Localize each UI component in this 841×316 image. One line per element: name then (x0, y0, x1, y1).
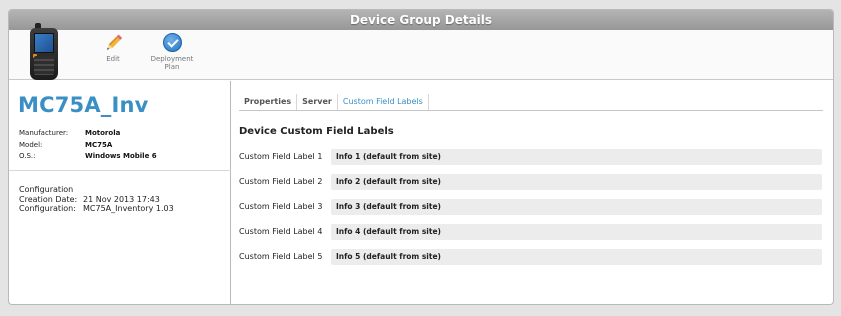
check-circle-icon (162, 33, 182, 52)
edit-button-label: Edit (106, 55, 120, 63)
custom-field-value[interactable]: Info 3 (default from site) (331, 199, 822, 215)
property-value: Windows Mobile 6 (85, 152, 157, 160)
config-row: Configuration: MC75A_Inventory 1.03 (19, 204, 174, 214)
custom-field-value[interactable]: Info 1 (default from site) (331, 149, 822, 165)
property-value: Motorola (85, 129, 121, 137)
config-row: Creation Date: 21 Nov 2013 17:43 (19, 195, 174, 205)
tab-custom-field-labels[interactable]: Custom Field Labels (338, 94, 429, 110)
deployment-plan-button[interactable]: Deployment Plan (147, 32, 197, 71)
property-row: Model: MC75A (19, 140, 157, 152)
custom-field-row-1: Custom Field Label 1 Info 1 (default fro… (239, 149, 823, 165)
config-value: MC75A_Inventory 1.03 (83, 204, 174, 213)
property-key: O.S.: (19, 152, 36, 160)
property-value: MC75A (85, 140, 113, 149)
custom-field-value[interactable]: Info 2 (default from site) (331, 174, 822, 190)
config-key: Configuration: (19, 204, 76, 213)
edit-button[interactable]: Edit (101, 32, 125, 63)
custom-field-label: Custom Field Label 3 (239, 202, 323, 211)
toolbar: Edit Deployment Plan (9, 23, 833, 80)
custom-field-label: Custom Field Label 1 (239, 152, 323, 161)
tab-bar: Properties Server Custom Field Labels (239, 94, 823, 111)
config-key: Creation Date: (19, 194, 78, 204)
custom-field-label: Custom Field Label 2 (239, 177, 323, 186)
custom-field-row-3: Custom Field Label 3 Info 3 (default fro… (239, 199, 823, 215)
details-pane: Properties Server Custom Field Labels De… (239, 81, 833, 304)
config-value: 21 Nov 2013 17:43 (83, 194, 160, 204)
pencil-icon (106, 34, 123, 50)
property-row: Manufacturer: Motorola (19, 128, 157, 140)
device-group-details-panel: Device Group Details Edit Deployment Pla… (8, 9, 834, 305)
divider (9, 170, 231, 171)
section-title: Device Custom Field Labels (239, 126, 394, 137)
device-info-pane: MC75A_Inv Manufacturer: Motorola Model: … (9, 81, 231, 304)
property-row: O.S.: Windows Mobile 6 (19, 151, 157, 163)
custom-field-row-4: Custom Field Label 4 Info 4 (default fro… (239, 224, 823, 240)
custom-field-value[interactable]: Info 5 (default from site) (331, 249, 822, 265)
tab-server[interactable]: Server (297, 94, 338, 110)
deployment-plan-label-line1: Deployment (150, 55, 194, 63)
custom-field-value[interactable]: Info 4 (default from site) (331, 224, 822, 240)
deployment-plan-label-line2: Plan (164, 63, 180, 71)
custom-field-row-5: Custom Field Label 5 Info 5 (default fro… (239, 249, 823, 265)
configuration-info: Configuration Creation Date: 21 Nov 2013… (19, 185, 174, 214)
configuration-heading: Configuration (19, 185, 74, 194)
device-name: MC75A_Inv (18, 93, 149, 117)
property-key: Manufacturer: (19, 129, 69, 137)
custom-field-row-2: Custom Field Label 2 Info 2 (default fro… (239, 174, 823, 190)
window-title: Device Group Details (9, 10, 833, 30)
tab-properties[interactable]: Properties (239, 94, 298, 110)
property-key: Model: (19, 140, 43, 149)
device-image-icon (27, 23, 61, 80)
device-properties: Manufacturer: Motorola Model: MC75A O.S.… (19, 128, 157, 163)
custom-field-label: Custom Field Label 5 (239, 252, 323, 261)
custom-field-label: Custom Field Label 4 (239, 227, 323, 236)
